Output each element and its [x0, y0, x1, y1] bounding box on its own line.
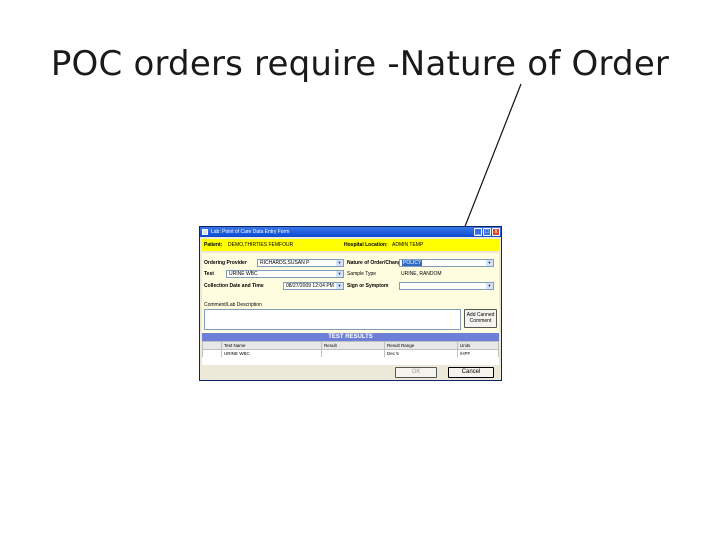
maximize-button[interactable]: □ [483, 228, 491, 236]
ordering-provider-label: Ordering Provider [204, 260, 247, 266]
sign-symptom-label: Sign or Symptom [347, 283, 389, 289]
test-label: Test [204, 271, 214, 277]
window-title-bar[interactable]: Lab: Point of Care Data Entry Form _ □ x [200, 227, 501, 237]
close-button[interactable]: x [492, 228, 500, 236]
sign-symptom-select[interactable]: ▼ [399, 282, 494, 290]
collection-datetime-picker[interactable]: 08/27/2009 12:04 PM ▼ [283, 282, 344, 290]
form-area: Ordering Provider RICHARDS,SUSAN P ▼ Tes… [202, 253, 499, 379]
button-bar: OK Cancel [202, 365, 499, 379]
column-header: Units [457, 341, 499, 350]
location-label: Hospital Location: [344, 242, 388, 248]
ordering-provider-select[interactable]: RICHARDS,SUSAN P ▼ [257, 259, 344, 267]
patient-info-bar: Patient: DEMO,THIRTIES FEMFOUR Hospital … [202, 239, 499, 251]
collection-label: Collection Date and Time [204, 283, 264, 289]
test-results-table: Test Name Result Result Range Units URIN… [202, 341, 499, 358]
test-select[interactable]: URINE WBC ▼ [226, 270, 344, 278]
column-header: Result [321, 341, 385, 350]
patient-name: DEMO,THIRTIES FEMFOUR [228, 242, 294, 248]
chevron-down-icon[interactable]: ▼ [336, 271, 343, 277]
ordering-provider-value: RICHARDS,SUSAN P [260, 260, 310, 266]
ok-button[interactable]: OK [395, 367, 437, 378]
chevron-down-icon[interactable]: ▼ [486, 260, 493, 266]
nature-of-order-label: Nature of Order/Change [347, 260, 404, 266]
window-title: Lab: Point of Care Data Entry Form [211, 229, 290, 235]
app-icon [202, 229, 208, 235]
chevron-down-icon[interactable]: ▼ [336, 260, 343, 266]
collection-value: 08/27/2009 12:04 PM [286, 283, 334, 289]
nature-of-order-value: POLICY [402, 260, 423, 266]
column-header [202, 341, 222, 350]
table-header-row: Test Name Result Result Range Units [202, 341, 499, 350]
poc-entry-window: Lab: Point of Care Data Entry Form _ □ x… [199, 226, 502, 381]
minimize-button[interactable]: _ [474, 228, 482, 236]
test-results-header: TEST RESULTS [202, 333, 499, 341]
nature-of-order-select[interactable]: POLICY ▼ [399, 259, 494, 267]
column-header: Result Range [384, 341, 458, 350]
sample-type-value: URINE, RANDOM [401, 271, 442, 277]
sample-type-label: Sample Type [347, 271, 377, 277]
comment-textarea[interactable] [204, 309, 461, 330]
patient-label: Patient: [204, 242, 223, 248]
test-value: URINE WBC [229, 271, 258, 277]
column-header: Test Name [221, 341, 322, 350]
results-empty-area [202, 357, 499, 365]
chevron-down-icon[interactable]: ▼ [486, 283, 493, 289]
comment-label: Comment/Lab Description [204, 302, 262, 308]
slide-title: POC orders require -Nature of Order [50, 44, 670, 84]
cancel-button[interactable]: Cancel [448, 367, 494, 378]
location-value: ADMIN TEMP [392, 242, 424, 248]
add-canned-comment-button[interactable]: Add Canned Comment [464, 309, 497, 328]
chevron-down-icon[interactable]: ▼ [336, 283, 343, 289]
